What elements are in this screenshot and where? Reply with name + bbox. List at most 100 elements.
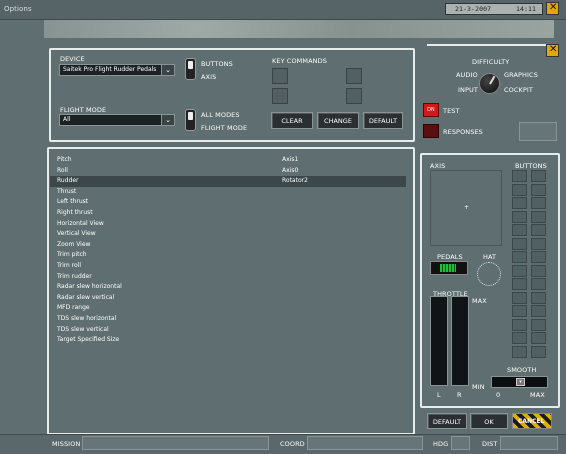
pedals-label: PEDALS <box>437 253 463 261</box>
binding-row[interactable]: Radar slew vertical <box>50 293 406 304</box>
key-slot-2[interactable] <box>346 68 362 84</box>
responses-label: RESPONSES <box>443 128 483 136</box>
date-text: 21-3-2007 <box>455 5 492 13</box>
binding-row[interactable]: Horizontal View <box>50 219 406 230</box>
binding-row[interactable]: Trim pitch <box>50 250 406 261</box>
difficulty-close-button[interactable]: ✕ <box>546 44 559 57</box>
ok-button[interactable]: OK <box>470 413 508 429</box>
difficulty-label: DIFFICULTY <box>472 58 510 66</box>
button-indicator <box>531 251 546 263</box>
close-button[interactable]: ✕ <box>546 2 559 15</box>
hat-indicator <box>477 262 501 286</box>
button-indicator <box>531 264 546 277</box>
throttle-left-bar <box>430 296 448 386</box>
binding-row[interactable]: Pitch Axis1 <box>50 155 406 166</box>
button-indicator <box>531 291 546 304</box>
throttle-right-bar <box>451 296 469 386</box>
key-slot-4[interactable] <box>346 88 362 104</box>
binding-name: Trim roll <box>57 262 82 269</box>
mission-field <box>82 436 269 450</box>
binding-row[interactable]: Thrust <box>50 187 406 198</box>
binding-name: Radar slew horizontal <box>57 283 122 291</box>
button-indicator <box>512 170 527 182</box>
binding-name: Left thrust <box>57 198 89 206</box>
close-icon: ✕ <box>549 44 558 55</box>
clear-button[interactable]: CLEAR <box>271 112 313 129</box>
binding-row[interactable]: Trim rudder <box>50 272 406 283</box>
binding-list: Pitch Axis1 Roll Axis0 Rudder Rotator2 Thrust L… <box>50 155 408 355</box>
device-dropdown[interactable]: Saitek Pro Flight Rudder Pedals ⌄ <box>59 64 175 76</box>
dist-field <box>500 436 558 450</box>
button-indicator <box>512 183 527 196</box>
button-indicator <box>512 264 527 277</box>
binding-name: Target Specified Size <box>57 336 120 344</box>
binding-name: Horizontal View <box>57 219 104 227</box>
difficulty-input: INPUT <box>458 86 478 94</box>
smooth-slider-thumb[interactable]: ▾ <box>516 378 525 386</box>
test-label: TEST <box>443 107 460 115</box>
key-slot-1[interactable] <box>272 68 288 84</box>
binding-row[interactable]: MFD range <box>50 303 406 314</box>
button-indicator <box>531 305 546 317</box>
binding-name: Trim pitch <box>57 251 87 259</box>
binding-name: Roll <box>57 166 68 174</box>
default-button[interactable]: DEFAULT <box>363 112 403 129</box>
binding-row[interactable]: Trim roll <box>50 261 406 272</box>
modes-toggle[interactable] <box>185 109 196 131</box>
button-indicator <box>531 210 546 223</box>
coord-label: COORD <box>280 440 305 448</box>
binding-row[interactable]: TDS slew vertical <box>50 325 406 336</box>
list-scrollbar[interactable] <box>400 152 408 428</box>
binding-row[interactable]: Vertical View <box>50 229 406 240</box>
responses-button[interactable] <box>423 124 439 138</box>
button-indicator <box>531 345 546 358</box>
button-indicator <box>531 170 546 182</box>
buttons-axis-toggle[interactable] <box>185 58 196 80</box>
button-indicator <box>512 224 527 236</box>
difficulty-knob[interactable] <box>479 73 500 94</box>
binding-row[interactable]: Right thrust <box>50 208 406 219</box>
toggle1-top: BUTTONS <box>201 60 233 68</box>
toggle2-bottom: FLIGHT MODE <box>201 124 248 132</box>
button-indicator <box>512 251 527 263</box>
binding-value: Axis1 <box>282 156 299 163</box>
hdg-field <box>451 436 470 450</box>
cancel-button[interactable]: CANCEL <box>512 413 552 429</box>
key-commands-label: KEY COMMANDS <box>272 57 327 65</box>
change-button[interactable]: CHANGE <box>317 112 359 129</box>
binding-row[interactable]: Roll Axis0 <box>50 166 406 177</box>
binding-name: MFD range <box>57 304 90 312</box>
dist-label: DIST <box>482 440 498 448</box>
binding-name: Thrust <box>57 187 77 195</box>
chevron-down-icon[interactable]: ⌄ <box>161 65 174 75</box>
title-map-strip <box>44 20 554 38</box>
smooth-slider[interactable]: ▾ <box>491 376 548 388</box>
axis-crosshair: + <box>464 204 470 211</box>
binding-value: Rotator2 <box>282 177 308 185</box>
footer-default-button[interactable]: DEFAULT <box>427 413 467 429</box>
key-slot-3[interactable] <box>272 88 288 104</box>
button-indicator <box>512 278 527 290</box>
pedals-indicator <box>430 261 468 275</box>
binding-row[interactable]: Zoom View <box>50 240 406 251</box>
flight-mode-dropdown[interactable]: All ⌄ <box>59 114 175 126</box>
binding-row[interactable]: Left thrust <box>50 197 406 208</box>
binding-row[interactable]: TDS slew horizontal <box>50 314 406 325</box>
button-indicator <box>512 318 527 331</box>
binding-name: Trim rudder <box>57 272 92 280</box>
binding-name: Zoom View <box>57 240 91 248</box>
button-indicator <box>531 224 546 236</box>
throttle-r: R <box>457 391 462 399</box>
test-button[interactable]: ON <box>423 103 439 117</box>
cancel-button-label: CANCEL <box>518 418 545 425</box>
binding-name: TDS slew horizontal <box>57 315 117 322</box>
binding-row[interactable]: Rudder Rotator2 <box>50 176 406 187</box>
binding-row[interactable]: Radar slew horizontal <box>50 282 406 293</box>
button-grid <box>512 170 548 360</box>
binding-name: Rudder <box>57 177 79 185</box>
binding-row[interactable]: Target Specified Size <box>50 335 406 346</box>
throttle-min: MIN <box>472 383 485 391</box>
button-indicator <box>512 237 527 250</box>
chevron-down-icon[interactable]: ⌄ <box>161 115 174 125</box>
responses-field <box>519 122 557 141</box>
